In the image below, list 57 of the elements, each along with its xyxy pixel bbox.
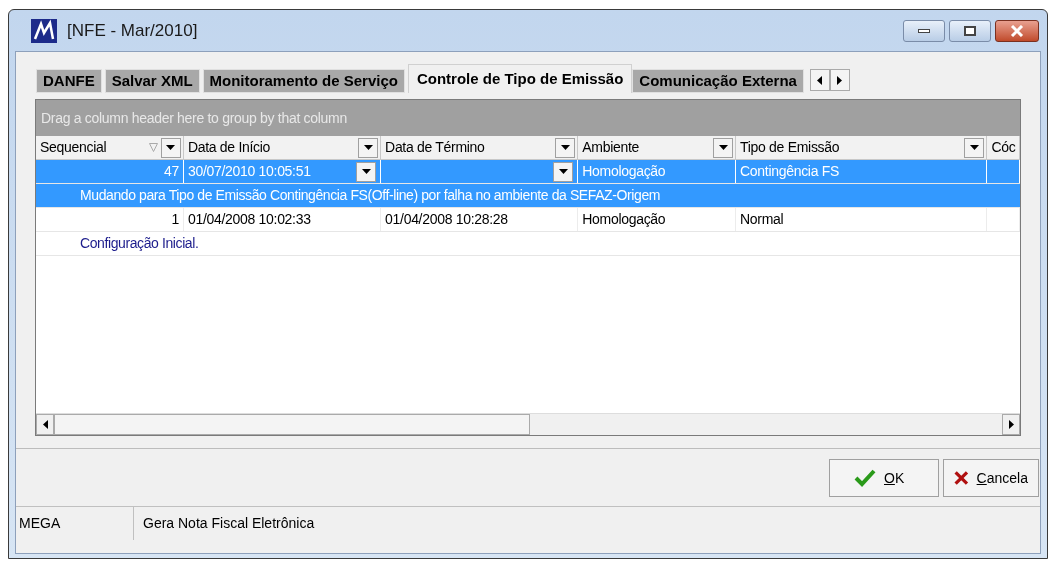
column-header[interactable]: Cóc [987, 136, 1020, 159]
row-description: Configuração Inicial. [80, 234, 199, 253]
table-cell-text: Normal [740, 210, 784, 229]
table-cell-text: Contingência FS [740, 162, 840, 181]
tab[interactable]: Salvar XML [104, 69, 200, 93]
app-logo-icon [31, 18, 57, 43]
dropdown-button[interactable] [964, 137, 985, 158]
scroll-left-button[interactable] [809, 69, 830, 91]
caret-icon [361, 169, 371, 174]
group-by-panel: Drag a column header here to group by that column [36, 100, 1020, 136]
row-description: Mudando para Tipo de Emissão Contingência FS(Off-line) por falha no ambiente da SEFAZ-Origem [80, 186, 661, 205]
table-cell-text: Homologação [582, 210, 666, 229]
cancel-button[interactable]: Cancela [943, 459, 1039, 497]
scroll-right-button[interactable] [829, 69, 850, 91]
right-arrow-icon [1008, 420, 1014, 429]
table-cell-text: 47 [163, 162, 179, 181]
tab[interactable]: Monitoramento de Serviço [202, 69, 405, 93]
table-cell-text: 01/04/2008 10:28:28 [385, 210, 508, 229]
close-button[interactable] [995, 19, 1039, 42]
table-row[interactable]: 1 01/04/2008 10:02:33 01/04/2008 10:28:28 Homologação Normal Configuração Inicial. [36, 208, 1020, 256]
table-cell-text: Homologação [582, 162, 666, 181]
ok-button[interactable]: OK [829, 459, 939, 497]
table-cell-text: 1 [171, 210, 179, 229]
column-header[interactable]: Ambiente [578, 136, 736, 159]
table-cell-text: 30/07/2010 10:05:51 [187, 162, 311, 181]
dropdown-button[interactable] [358, 137, 379, 158]
caret-icon [718, 145, 728, 150]
caret-icon [166, 145, 176, 150]
x-mark-icon [954, 469, 969, 487]
tab[interactable]: Comunicação Externa [632, 69, 804, 93]
tab[interactable]: Controle de Tipo de Emissão [407, 64, 633, 93]
column-header[interactable]: Data de Início [183, 136, 382, 159]
close-icon [1010, 24, 1024, 37]
dropdown-button[interactable] [160, 137, 181, 158]
tab[interactable]: DANFE [36, 69, 102, 93]
minimize-button[interactable] [903, 19, 945, 42]
left-arrow-icon [42, 420, 48, 429]
dropdown-button[interactable] [356, 161, 377, 182]
dropdown-button[interactable] [713, 137, 733, 158]
left-arrow-icon [817, 75, 823, 85]
table-cell-text: 01/04/2008 10:02:33 [187, 210, 311, 229]
status-text: Gera Nota Fiscal Eletrônica [142, 514, 316, 533]
column-header[interactable]: Sequencial [36, 136, 184, 159]
caret-icon [363, 145, 373, 150]
window-title: [NFE - Mar/2010] [67, 19, 198, 42]
status-left: MEGA [16, 507, 134, 540]
caret-icon [969, 145, 979, 150]
maximize-button[interactable] [949, 19, 991, 42]
dropdown-button[interactable] [553, 161, 574, 182]
column-header[interactable]: Tipo de Emissão [736, 136, 988, 159]
right-arrow-icon [837, 75, 843, 85]
column-header[interactable]: Data de Término [381, 136, 579, 159]
checkmark-icon [854, 469, 876, 487]
dropdown-button[interactable] [555, 137, 576, 158]
caret-icon [560, 145, 570, 150]
horizontal-scrollbar[interactable] [36, 413, 1020, 435]
caret-icon [558, 169, 568, 174]
